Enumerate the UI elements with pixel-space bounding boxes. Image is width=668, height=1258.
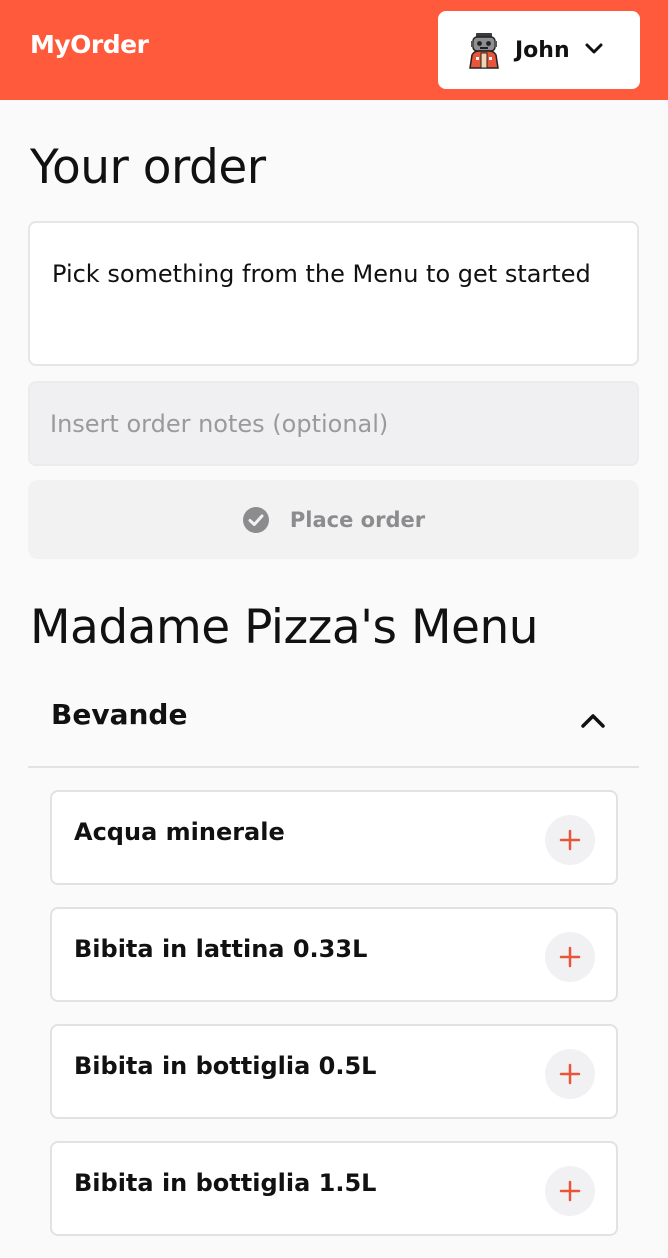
chevron-down-icon: [585, 43, 603, 54]
add-item-button[interactable]: [545, 1049, 595, 1099]
menu-title: Madame Pizza's Menu: [30, 600, 539, 655]
menu-item: Bibita in bottiglia 1.5L: [50, 1141, 618, 1236]
add-item-button[interactable]: [545, 1166, 595, 1216]
robot-avatar-icon: [469, 33, 499, 69]
menu-item-name: Acqua minerale: [74, 818, 285, 846]
menu-item: Acqua minerale: [50, 790, 618, 885]
order-notes-input[interactable]: [28, 381, 639, 466]
brand-logo-text[interactable]: MyOrder: [30, 30, 149, 59]
menu-item: Bibita in lattina 0.33L: [50, 907, 618, 1002]
top-bar: MyOrder John: [0, 0, 668, 100]
category-header-bevande[interactable]: Bevande: [28, 690, 639, 768]
check-circle-icon: [242, 506, 269, 533]
place-order-button[interactable]: Place order: [28, 480, 639, 559]
user-menu-button[interactable]: John: [438, 11, 640, 89]
add-item-button[interactable]: [545, 932, 595, 982]
plus-icon: [559, 946, 581, 968]
order-title: Your order: [30, 140, 266, 195]
menu-item: Bibita in bottiglia 0.5L: [50, 1024, 618, 1119]
add-item-button[interactable]: [545, 815, 595, 865]
category-name: Bevande: [51, 698, 188, 731]
menu-item-name: Bibita in bottiglia 0.5L: [74, 1052, 377, 1080]
menu-item-name: Bibita in bottiglia 1.5L: [74, 1169, 377, 1197]
place-order-label: Place order: [289, 507, 426, 532]
chevron-up-icon: [581, 714, 605, 728]
plus-icon: [559, 1063, 581, 1085]
plus-icon: [559, 1180, 581, 1202]
plus-icon: [559, 829, 581, 851]
menu-item-name: Bibita in lattina 0.33L: [74, 935, 368, 963]
order-empty-message: Pick something from the Menu to get star…: [28, 221, 639, 366]
user-name: John: [515, 37, 570, 63]
